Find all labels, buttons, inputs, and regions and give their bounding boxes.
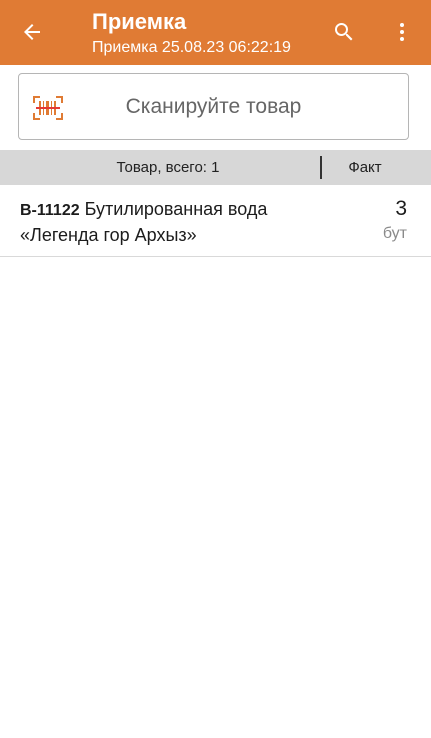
arrow-back-icon — [24, 24, 40, 40]
more-options-button[interactable] — [384, 14, 420, 50]
scan-product-field[interactable]: Сканируйте товар — [18, 73, 409, 140]
search-button[interactable] — [326, 14, 362, 50]
table-row[interactable]: B-11122 Бутилированная вода «Легенда гор… — [0, 185, 431, 257]
more-vert-icon — [400, 23, 404, 41]
product-qty: 3 — [395, 197, 407, 220]
app-bar-titles: Приемка Приемка 25.08.23 06:22:19 — [92, 9, 291, 58]
product-unit: бут — [382, 225, 407, 242]
page-title: Приемка — [92, 9, 187, 34]
page-subtitle: Приемка 25.08.23 06:22:19 — [92, 39, 291, 56]
product-sku: B-11122 — [20, 202, 80, 219]
search-icon — [335, 23, 353, 41]
app-bar: Приемка Приемка 25.08.23 06:22:19 — [0, 0, 431, 65]
fact-header: Факт — [348, 159, 382, 176]
app-screen: Приемка Приемка 25.08.23 06:22:19 Сканир… — [0, 0, 431, 738]
table-header: Товар, всего: 1 Факт — [0, 150, 431, 185]
scan-prompt-label: Сканируйте товар — [125, 94, 302, 118]
goods-total-header: Товар, всего: 1 — [116, 159, 220, 176]
product-name: B-11122 Бутилированная вода «Легенда гор… — [20, 197, 340, 247]
back-button[interactable] — [14, 14, 50, 50]
barcode-scan-icon — [33, 96, 63, 120]
